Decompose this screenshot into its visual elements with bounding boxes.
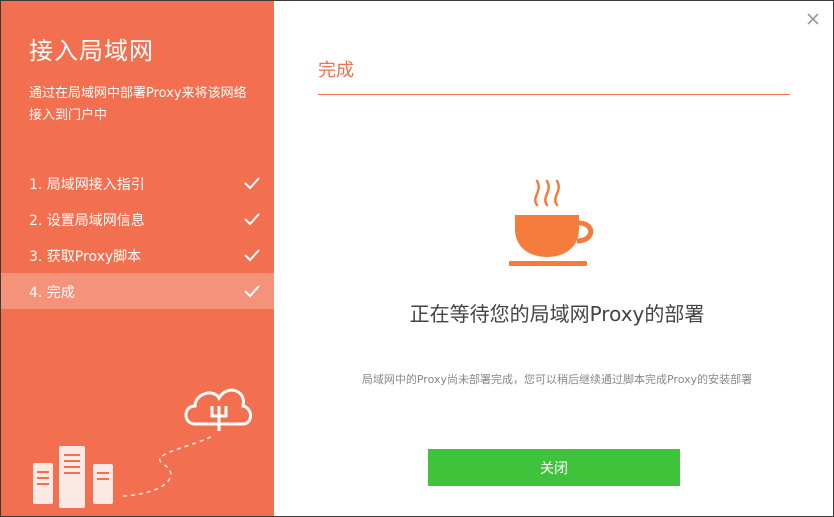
sidebar-description: 通过在局域网中部署Proxy来将该网络接入到门户中 [29,86,247,123]
step-label: 3. 获取Proxy脚本 [29,249,142,265]
wizard-sidebar: 接入局域网 通过在局域网中部署Proxy来将该网络接入到门户中 1. 局域网接入… [1,1,274,516]
step-label: 4. 完成 [29,285,75,301]
network-illustration [33,388,252,508]
step-label: 1. 局域网接入指引 [29,177,145,193]
close-button[interactable]: 关闭 [428,449,680,486]
check-icon [244,213,260,226]
hint-message: 局域网中的Proxy尚未部署完成，您可以稍后继续通过脚本完成Proxy的安装部署 [361,373,753,386]
step-item-1: 1. 局域网接入指引 [1,165,274,201]
step-item-4: 4. 完成 [1,273,274,309]
status-message: 正在等待您的局域网Proxy的部署 [409,302,705,326]
title-divider [318,94,790,95]
step-label: 2. 设置局域网信息 [29,213,145,229]
check-icon [244,177,260,190]
step-item-3: 3. 获取Proxy脚本 [1,237,274,273]
wizard-steps: 1. 局域网接入指引 2. 设置局域网信息 3. 获取Proxy脚本 4. 完成 [1,165,274,309]
sidebar-title: 接入局域网 [29,37,154,65]
page-title: 完成 [318,60,354,81]
cloud-upload-icon [184,388,252,431]
step-item-2: 2. 设置局域网信息 [1,201,274,237]
check-icon [244,249,260,262]
coffee-cup-icon [509,179,594,266]
dialog-window: 接入局域网 通过在局域网中部署Proxy来将该网络接入到门户中 1. 局域网接入… [0,0,834,517]
close-icon[interactable] [805,11,821,27]
check-icon [244,285,260,298]
